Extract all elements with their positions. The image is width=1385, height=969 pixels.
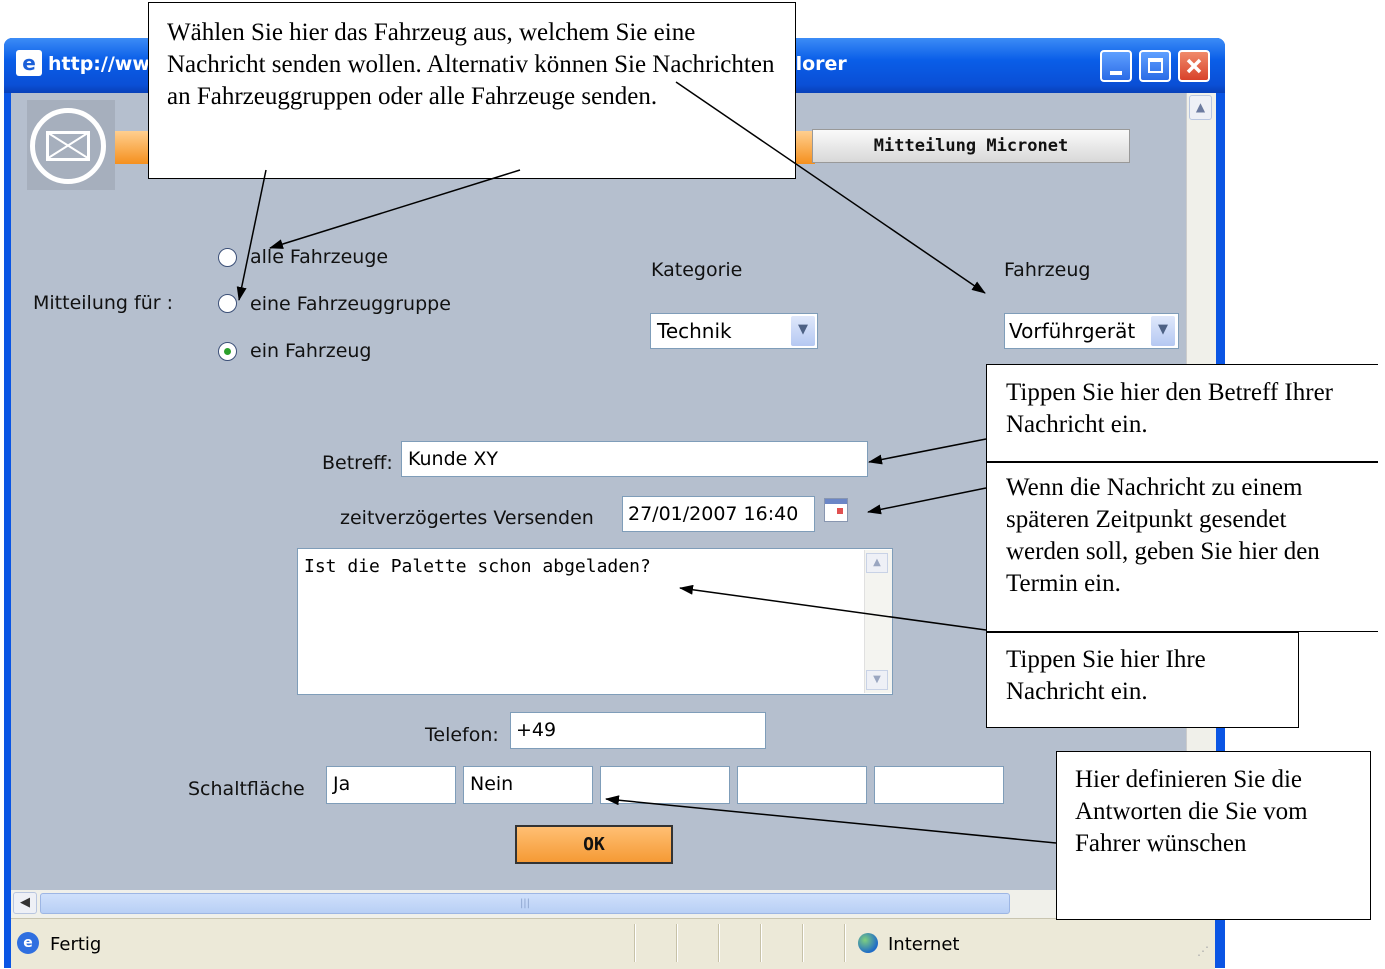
- arrow-to-termin: [867, 487, 987, 515]
- arrow-to-betreff: [868, 438, 987, 465]
- arrow-to-nachricht: [679, 584, 987, 631]
- arrow-to-antworten: [605, 795, 1057, 844]
- arrow-to-alle-fahrzeuge: [269, 169, 521, 249]
- annotation-arrows: [236, 81, 1057, 844]
- arrow-to-fahrzeuggruppe: [236, 169, 267, 301]
- arrow-to-fahrzeug: [675, 81, 986, 294]
